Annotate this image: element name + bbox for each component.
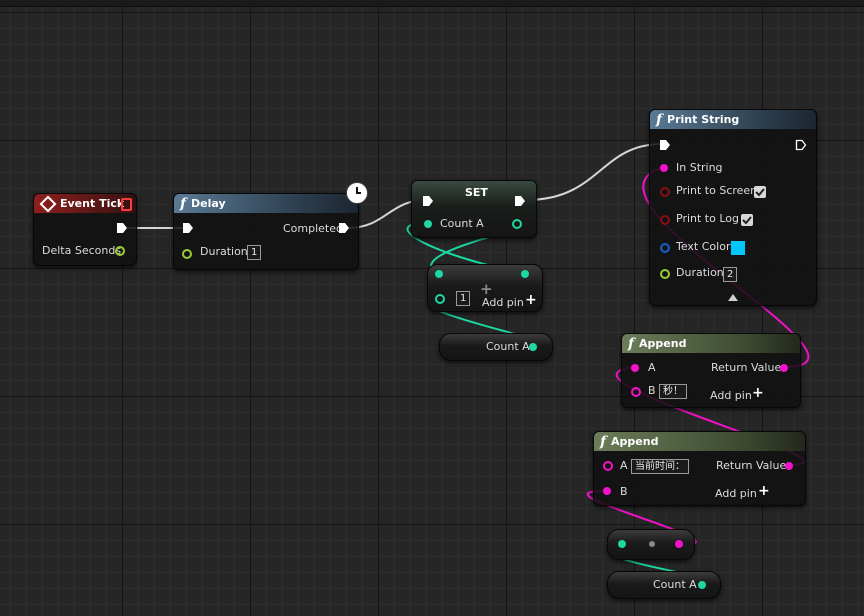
duration-value-input[interactable]: 1 [247,245,262,260]
append-node-1[interactable]: f Append A Return Value B 秒！ Add pin + [621,333,801,408]
delay-node[interactable]: f Delay Completed Duration 1 [173,193,359,270]
event-diamond-icon [39,195,57,212]
add-result-pin[interactable] [521,270,529,278]
delay-title: Delay [191,197,226,210]
add-pin-label[interactable]: Add pin [482,296,524,309]
event-tick-title: Event Tick [60,197,125,210]
convert-out-pin[interactable] [675,540,683,548]
set-title: SET [465,186,488,199]
print-to-log-pin[interactable] [660,215,670,225]
set-count-in-pin[interactable] [424,220,432,228]
print-string-title: Print String [667,113,740,126]
print-duration-label: Duration [676,266,724,279]
append-1-b-label: B [648,384,656,397]
append-2-a-pin[interactable] [603,461,613,471]
set-node[interactable]: SET Count A [411,180,537,238]
add-pin-plus-icon[interactable]: + [525,292,537,308]
append-node-2[interactable]: f Append A 当前时间： Return Value B Add pin … [593,431,806,506]
function-icon: f [656,111,663,128]
completed-label: Completed [283,222,343,235]
duration-label: Duration [200,245,248,258]
add-a-pin[interactable] [435,270,443,278]
text-color-label: Text Color [676,240,731,253]
get-count-a-node[interactable]: Count A [439,333,553,361]
append-1-return-pin[interactable] [780,364,788,372]
delta-seconds-pin[interactable] [115,246,125,256]
collapse-arrow-icon[interactable] [728,294,738,301]
get-count-a-2-pin[interactable] [698,581,706,589]
append-1-b-value-input[interactable]: 秒！ [659,384,687,399]
delegate-pin-icon[interactable] [121,198,132,211]
function-icon: f [628,335,635,352]
set-count-label: Count A [440,217,484,230]
print-string-header[interactable]: f Print String [650,110,816,129]
print-to-log-checkbox[interactable] [741,214,753,226]
convert-dot-icon [649,541,655,547]
in-string-pin[interactable] [660,164,668,172]
print-to-screen-checkbox[interactable] [754,186,766,198]
append-1-return-label: Return Value [711,361,782,374]
append-2-a-label: A [620,459,628,472]
in-string-label: In String [676,161,723,174]
add-integer-node[interactable]: + 1 Add pin + [427,264,543,312]
append-2-add-pin-plus-icon[interactable]: + [758,483,770,499]
print-string-node[interactable]: f Print String In String Print to Screen… [649,109,817,306]
append-2-a-value-input[interactable]: 当前时间： [631,459,689,474]
append-1-add-pin-label[interactable]: Add pin [710,389,752,402]
print-to-log-label: Print to Log [676,212,739,225]
function-icon: f [600,433,607,450]
get-count-a-label: Count A [486,340,530,353]
append-2-b-pin[interactable] [603,487,611,495]
set-count-out-pin[interactable] [512,219,522,229]
clock-icon [346,182,368,204]
print-duration-value-input[interactable]: 2 [723,267,738,282]
get-count-a-pin[interactable] [529,343,537,351]
append-2-b-label: B [620,485,628,498]
print-to-screen-pin[interactable] [660,187,670,197]
append-1-a-pin[interactable] [631,364,639,372]
append-2-return-pin[interactable] [785,462,793,470]
append-1-a-label: A [648,361,656,374]
print-duration-pin[interactable] [660,269,670,279]
text-color-swatch[interactable] [731,241,745,255]
append-2-header[interactable]: f Append [594,432,805,451]
append-2-return-label: Return Value [716,459,787,472]
append-2-add-pin-label[interactable]: Add pin [715,487,757,500]
event-tick-node[interactable]: Event Tick Delta Seconds [33,193,137,266]
append-1-b-pin[interactable] [631,387,641,397]
get-count-a-node-2[interactable]: Count A [607,571,721,599]
add-b-pin[interactable] [435,294,445,304]
get-count-a-2-label: Count A [653,578,697,591]
delay-header[interactable]: f Delay [174,194,358,213]
convert-in-pin[interactable] [618,540,626,548]
append-1-add-pin-plus-icon[interactable]: + [752,385,764,401]
int-to-string-convert-node[interactable] [607,529,695,560]
append-2-title: Append [611,435,659,448]
exec-wire-set-print [525,143,663,201]
append-1-title: Append [639,337,687,350]
text-color-pin[interactable] [660,243,670,253]
append-1-header[interactable]: f Append [622,334,800,353]
function-icon: f [180,195,187,212]
duration-pin[interactable] [182,249,192,259]
event-tick-header[interactable]: Event Tick [34,194,136,213]
print-to-screen-label: Print to Screen [676,184,758,197]
delta-seconds-label: Delta Seconds [42,244,122,257]
add-b-value-input[interactable]: 1 [456,291,471,306]
